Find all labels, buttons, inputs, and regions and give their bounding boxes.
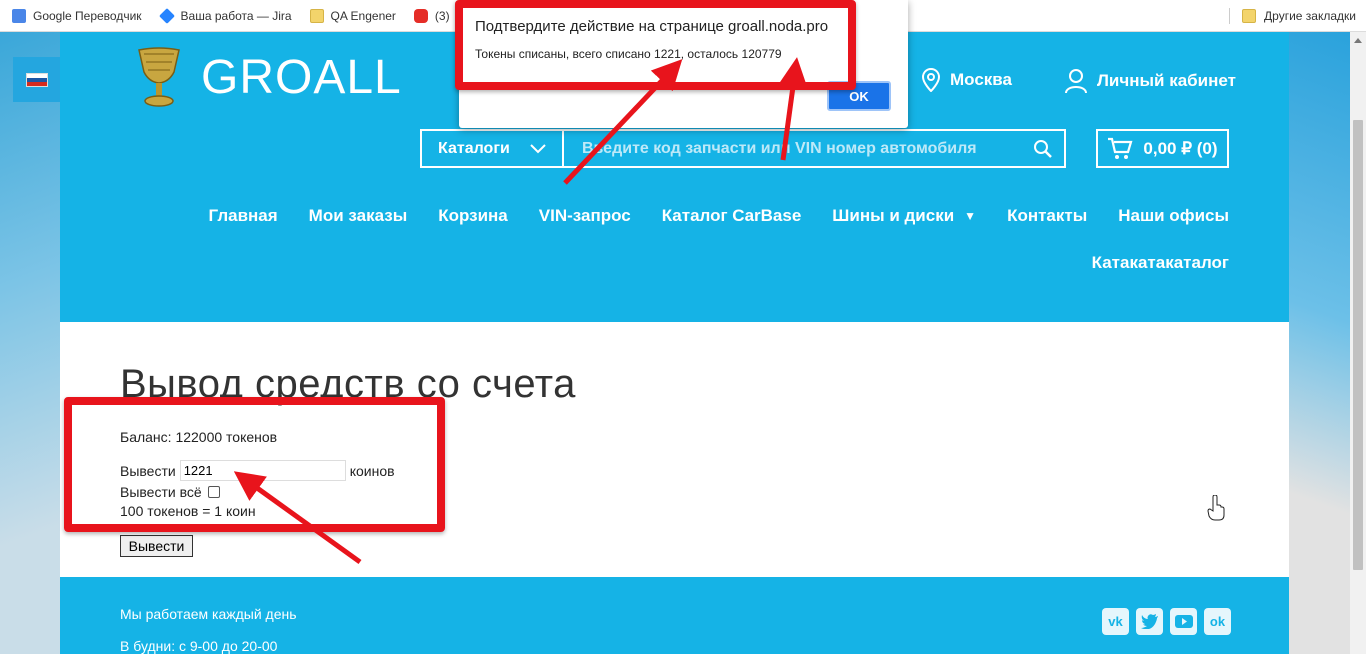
working-hours-title: Мы работаем каждый день <box>120 606 297 622</box>
grail-cup-icon <box>138 47 180 107</box>
working-hours-weekdays: В будни: с 9-00 до 20-00 <box>120 638 278 654</box>
jira-icon <box>158 7 175 24</box>
page-scrollbar[interactable] <box>1350 32 1366 654</box>
page-background-left <box>0 32 60 654</box>
odnoklassniki-icon[interactable]: ok <box>1204 608 1231 635</box>
nav-item-label: Шины и диски <box>832 206 955 225</box>
hand-cursor-icon <box>1207 495 1225 521</box>
search-bar: Каталоги Введите код запчасти или VIN но… <box>420 129 1066 168</box>
nav-item-offices[interactable]: Наши офисы <box>1118 206 1229 226</box>
nav-item-contacts[interactable]: Контакты <box>1007 206 1087 226</box>
chevron-down-icon <box>530 143 546 153</box>
search-button[interactable] <box>1022 131 1064 166</box>
nav-item-tires-wheels[interactable]: Шины и диски ▼ <box>832 206 976 226</box>
nav-item-home[interactable]: Главная <box>209 206 278 226</box>
triangle-down-icon: ▼ <box>964 209 977 223</box>
personal-account-label: Личный кабинет <box>1097 71 1236 90</box>
bookmark-other[interactable]: Другие закладки <box>1242 0 1356 32</box>
personal-account-link[interactable]: Личный кабинет <box>1064 68 1236 94</box>
folder-icon <box>309 8 324 23</box>
bookmark-google-translate[interactable]: Google Переводчик <box>12 8 142 23</box>
bookmarks-divider <box>1229 8 1230 24</box>
site-footer: Мы работаем каждый день В будни: с 9-00 … <box>60 577 1289 654</box>
nav-item-cart[interactable]: Корзина <box>438 206 508 226</box>
bookmark-label: QA Engener <box>330 8 396 23</box>
withdraw-submit-button[interactable]: Вывести <box>120 535 193 557</box>
annotation-box-dialog <box>455 0 856 90</box>
city-label: Москва <box>950 70 1012 89</box>
bookmark-label: Ваша работа — Jira <box>180 8 292 23</box>
city-selector[interactable]: Москва <box>922 68 1012 92</box>
google-translate-icon <box>12 8 26 23</box>
logo-text[interactable]: GROALL <box>201 50 402 105</box>
cart-button[interactable]: 0,00 ₽ (0) <box>1096 129 1229 168</box>
annotation-box-form <box>64 397 445 532</box>
search-input[interactable]: Введите код запчасти или VIN номер автом… <box>564 131 1022 166</box>
youtube-icon <box>413 8 428 23</box>
catalogs-label: Каталоги <box>438 139 510 157</box>
main-navigation: Главная Мои заказы Корзина VIN-запрос Ка… <box>60 206 1229 226</box>
bookmark-youtube[interactable]: (3) <box>413 8 450 23</box>
catalogs-dropdown[interactable]: Каталоги <box>422 131 564 166</box>
nav-item-vin-request[interactable]: VIN-запрос <box>539 206 631 226</box>
vk-icon[interactable]: vk <box>1102 608 1129 635</box>
page-background-right <box>1289 32 1350 654</box>
folder-icon <box>1242 9 1257 23</box>
cart-total: 0,00 ₽ (0) <box>1143 138 1218 158</box>
bookmark-other-label: Другие закладки <box>1264 9 1356 23</box>
bookmark-label: (3) <box>434 8 450 23</box>
cart-icon <box>1108 137 1133 159</box>
social-links: vk ok <box>1102 608 1231 635</box>
language-switcher[interactable] <box>13 57 61 102</box>
nav-item-carbase-catalog[interactable]: Каталог CarBase <box>662 206 802 226</box>
nav-item-my-orders[interactable]: Мои заказы <box>309 206 408 226</box>
search-icon <box>1034 139 1052 158</box>
bookmark-jira[interactable]: Ваша работа — Jira <box>158 7 292 24</box>
russian-flag-icon <box>26 72 48 87</box>
twitter-icon[interactable] <box>1136 608 1163 635</box>
scrollbar-thumb[interactable] <box>1353 120 1363 570</box>
user-icon <box>1065 69 1087 94</box>
location-pin-icon <box>922 68 940 92</box>
bookmark-qa-engener[interactable]: QA Engener <box>309 8 396 23</box>
youtube-icon[interactable] <box>1170 608 1197 635</box>
scroll-up-arrow-icon[interactable] <box>1354 38 1362 43</box>
nav-item-katakatakatalog[interactable]: Катакатакаталог <box>1092 253 1229 273</box>
bookmark-label: Google Переводчик <box>33 8 142 23</box>
